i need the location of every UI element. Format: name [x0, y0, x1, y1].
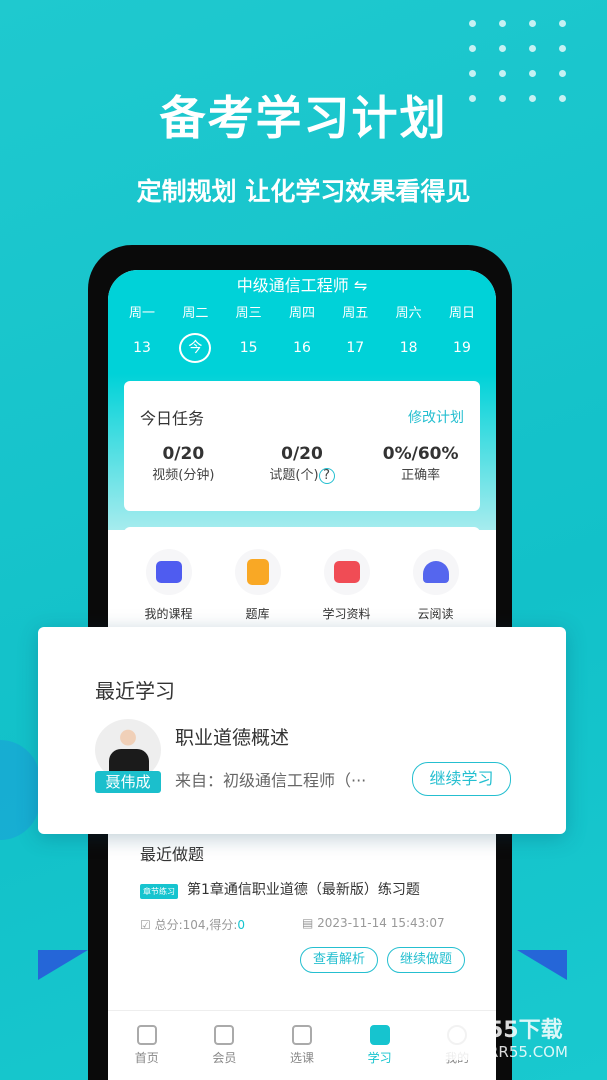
day-sun[interactable]: 周日 19	[438, 302, 486, 363]
decorative-blob	[0, 740, 40, 840]
book-icon	[369, 1025, 390, 1045]
stat-value: 0%/60%	[382, 444, 459, 464]
continue-study-button[interactable]: 继续学习	[412, 762, 511, 796]
grid-icon	[291, 1025, 312, 1045]
tools-card: 我的课程 题库 学习资料 云阅读	[124, 527, 480, 637]
lesson-title[interactable]: 职业道德概述	[175, 723, 289, 750]
stat-value: 0/20	[162, 444, 205, 464]
home-icon	[136, 1025, 157, 1045]
nav-courses[interactable]: 选课	[272, 1025, 332, 1080]
score-value: 0	[237, 918, 246, 932]
view-analysis-button[interactable]: 查看解析	[300, 947, 378, 973]
nav-member[interactable]: 会员	[194, 1025, 254, 1080]
nav-label: 学习	[367, 1051, 392, 1065]
day-label: 周四	[288, 306, 315, 321]
tool-materials[interactable]: 学习资料	[307, 549, 387, 637]
day-label: 周二	[182, 306, 209, 321]
day-label: 周一	[128, 306, 155, 321]
tool-question-bank[interactable]: 题库	[218, 549, 298, 637]
tool-my-courses[interactable]: 我的课程	[129, 549, 209, 637]
recent-quiz-card: 最近做题 章节练习 第1章通信职业道德（最新版）练习题 ☑ 总分:104,得分:…	[124, 833, 480, 993]
crown-icon	[214, 1025, 235, 1045]
cloud-icon	[422, 561, 449, 583]
banner-subtitle: 定制规划 让化学习效果看得见	[136, 177, 471, 206]
day-label: 周五	[342, 306, 369, 321]
task-title: 今日任务	[140, 409, 205, 428]
tool-label: 题库	[245, 607, 270, 621]
day-label: 周六	[395, 306, 422, 321]
tool-label: 云阅读	[417, 607, 454, 621]
tool-label: 学习资料	[322, 607, 371, 621]
stat-video: 0/20 视频(分钟)	[128, 444, 238, 484]
day-number: 18	[399, 340, 418, 356]
day-thu[interactable]: 周四 16	[278, 302, 326, 363]
day-sat[interactable]: 周六 18	[385, 302, 433, 363]
watermark-logo	[434, 1012, 482, 1060]
decorative-triangle	[38, 950, 88, 980]
stat-label: 正确率	[401, 468, 441, 483]
calendar-icon: ▤	[302, 916, 318, 930]
day-number: 15	[239, 340, 258, 356]
nav-label: 选课	[289, 1051, 314, 1065]
day-number: 16	[293, 340, 311, 356]
course-switcher[interactable]: 中级通信工程师 ⇋	[108, 272, 496, 296]
clipboard-icon: ☑	[140, 918, 155, 932]
watermark-url: RR55.COM	[488, 1043, 568, 1061]
stat-label: 试题(个)	[269, 468, 319, 483]
lesson-source: 来自：初级通信工程师（···	[175, 771, 367, 790]
recent-study-card: 最近学习 聂伟成 职业道德概述 来自：初级通信工程师（··· 继续学习	[38, 627, 566, 834]
today-task-card: 今日任务 修改计划 0/20 视频(分钟) 0/20 试题(个)? 0%/60% 正确…	[124, 381, 480, 511]
quiz-section-title: 最近做题	[140, 845, 205, 864]
nav-study[interactable]: 学习	[350, 1025, 410, 1080]
stat-questions: 0/20 试题(个)?	[247, 444, 357, 484]
week-calendar: 周一 13 周二今 周三 15 周四 16 周五 17 周六 18 周日 19	[118, 302, 486, 363]
stat-label: 视频(分钟)	[152, 468, 215, 483]
time-value: 2023-11-14 15:43:07	[317, 916, 445, 930]
folder-icon	[333, 561, 360, 583]
nav-label: 首页	[134, 1051, 159, 1065]
stat-accuracy: 0%/60% 正确率	[366, 444, 476, 484]
day-label: 周日	[448, 306, 475, 321]
day-label: 周三	[235, 306, 262, 321]
edit-plan-link[interactable]: 修改计划	[408, 407, 464, 427]
score-text: ☑ 总分:104,得分:0	[140, 916, 245, 933]
quiz-time: ▤ 2023-11-14 15:43:07	[302, 916, 445, 930]
day-mon[interactable]: 周一 13	[118, 302, 166, 363]
decorative-triangle	[517, 950, 567, 980]
chapter-tag: 章节练习	[140, 884, 178, 899]
score-label: 总分:104,得分:	[154, 918, 238, 932]
day-fri[interactable]: 周五 17	[331, 302, 379, 363]
day-number: 19	[453, 340, 471, 356]
help-icon[interactable]: ?	[318, 468, 335, 484]
nav-label: 会员	[212, 1051, 237, 1065]
recent-study-title: 最近学习	[95, 679, 175, 703]
watermark-text: 55下载	[488, 1018, 563, 1043]
day-wed[interactable]: 周三 15	[225, 302, 273, 363]
day-number: 13	[133, 340, 151, 356]
nav-home[interactable]: 首页	[117, 1025, 177, 1080]
today-marker: 今	[179, 333, 212, 363]
book-icon	[246, 559, 269, 585]
quiz-name[interactable]: 第1章通信职业道德（最新版）练习题	[187, 879, 472, 899]
day-number: 17	[346, 340, 365, 356]
day-tue[interactable]: 周二今	[171, 302, 219, 363]
continue-quiz-button[interactable]: 继续做题	[387, 947, 465, 973]
video-icon	[155, 561, 182, 583]
tool-cloud-reading[interactable]: 云阅读	[396, 549, 476, 637]
banner-title: 备考学习计划	[159, 91, 448, 145]
stat-value: 0/20	[281, 444, 323, 464]
tool-label: 我的课程	[144, 607, 193, 621]
teacher-name: 聂伟成	[95, 771, 161, 793]
